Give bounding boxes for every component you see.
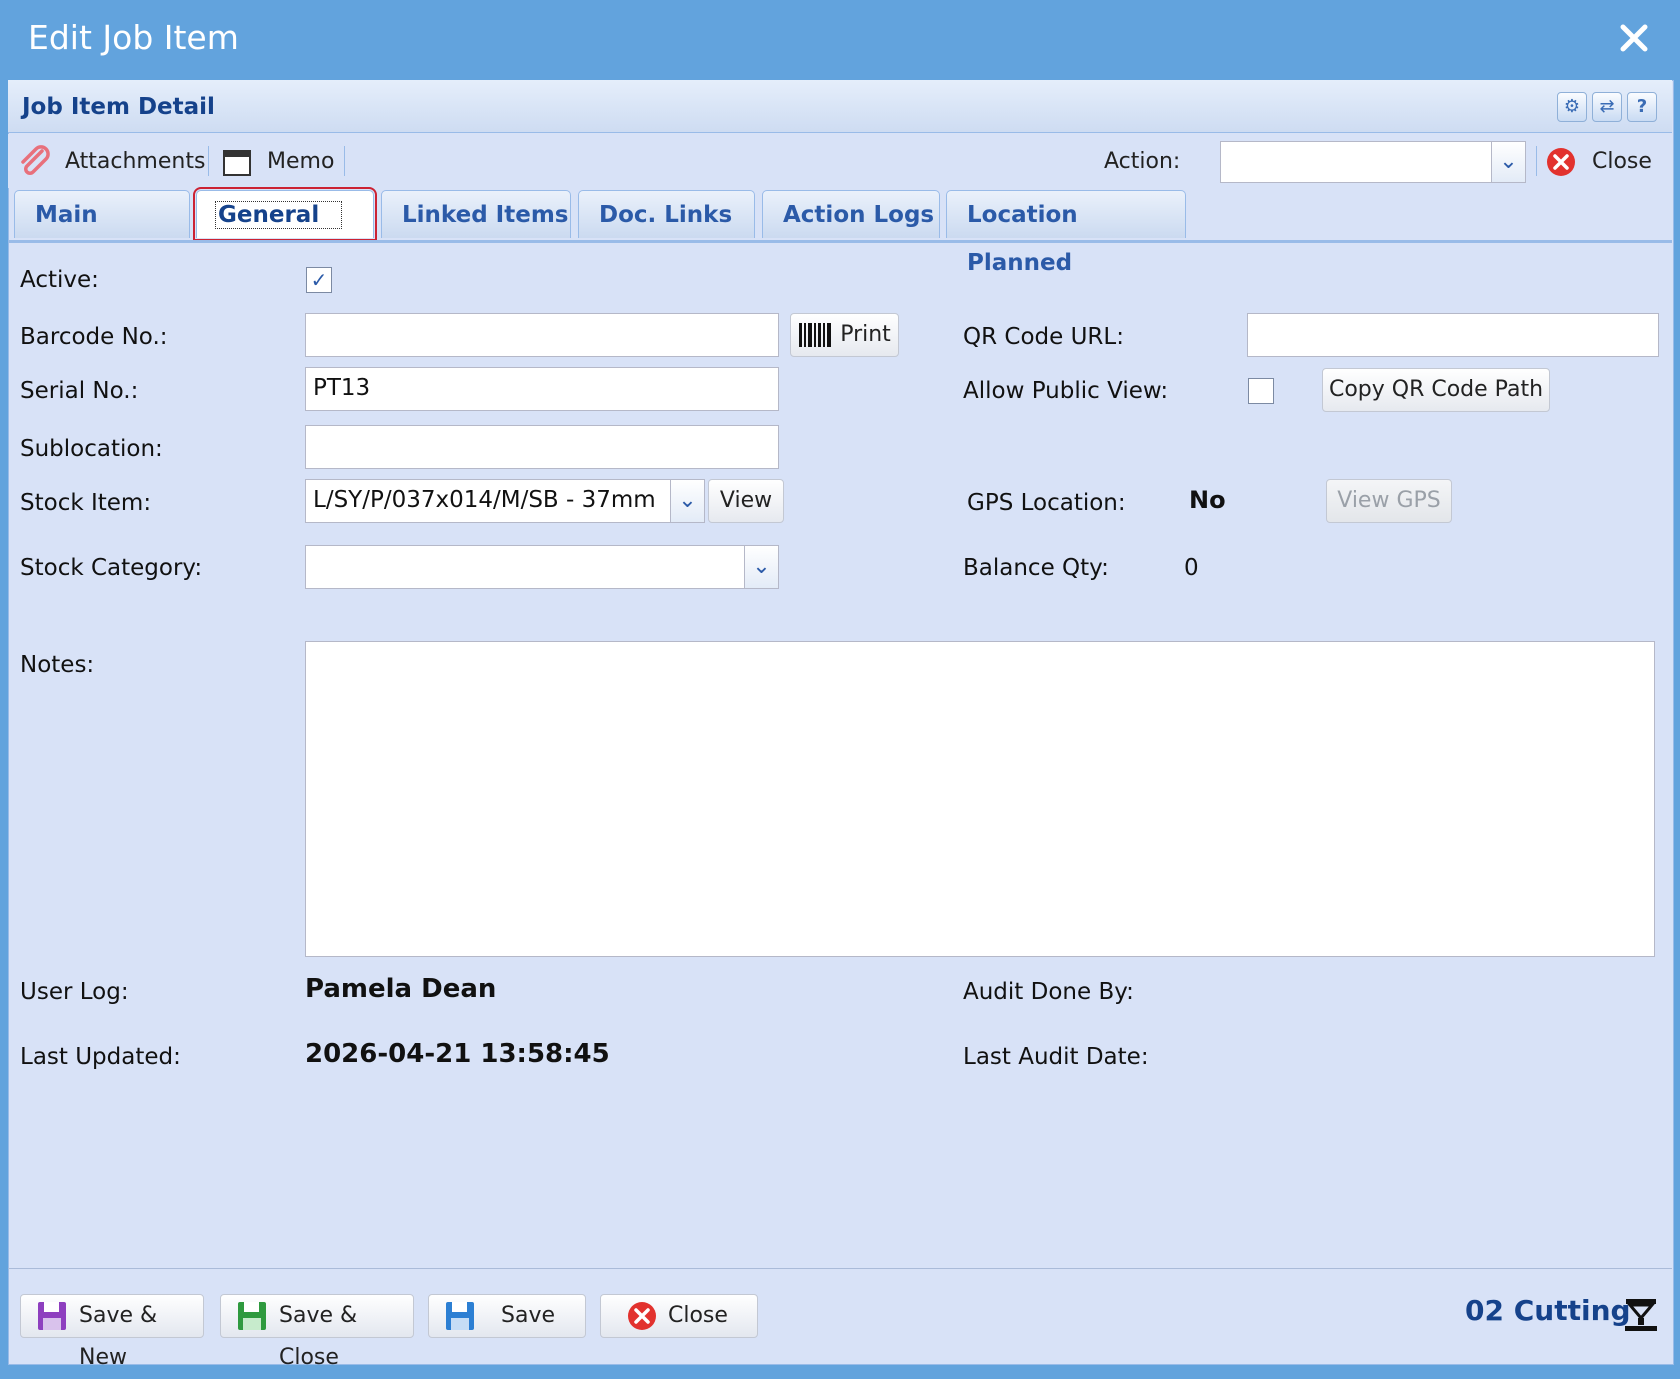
save-label: Save (501, 1303, 556, 1328)
tab-doc-links[interactable]: Doc. Links (578, 190, 755, 238)
stock-item-value: L/SY/P/037x014/M/SB - 37mm (313, 487, 656, 513)
chevron-down-icon: ⌄ (1499, 149, 1518, 174)
toolbar-close-label: Close (1592, 149, 1652, 174)
audit-done-by-label: Audit Done By: (963, 979, 1134, 1005)
status-text: 02 Cutting (1465, 1294, 1631, 1327)
view-stock-item-button[interactable]: View (708, 479, 784, 523)
toolbar-separator (1536, 146, 1537, 176)
last-updated-value: 2026-04-21 13:58:45 (305, 1039, 610, 1069)
action-label: Action: (1104, 149, 1181, 174)
user-log-value: Pamela Dean (305, 974, 497, 1004)
notes-textarea[interactable] (305, 641, 1655, 957)
last-updated-label: Last Updated: (20, 1044, 181, 1070)
qr-url-label: QR Code URL: (963, 324, 1124, 350)
footer-close-button[interactable]: Close (600, 1294, 758, 1338)
tabstrip-divider (8, 240, 1672, 243)
close-window-button[interactable] (1614, 18, 1654, 58)
tab-general-label: General (215, 201, 343, 229)
tab-general[interactable]: General (193, 187, 377, 241)
calendar-icon (223, 150, 251, 176)
memo-label: Memo (267, 149, 335, 174)
active-checkbox[interactable]: ✓ (306, 267, 332, 293)
refresh-icon: ⇄ (1599, 96, 1615, 117)
balance-qty-label: Balance Qty: (963, 555, 1109, 581)
tab-action-logs[interactable]: Action Logs (762, 190, 940, 238)
red-x-circle-icon (1547, 148, 1575, 176)
toolbar-close-button[interactable]: Close (1545, 144, 1652, 180)
chevron-down-icon: ⌄ (678, 488, 697, 513)
red-x-circle-icon (628, 1302, 656, 1330)
window-title: Edit Job Item (28, 18, 239, 57)
copy-qr-path-button[interactable]: Copy QR Code Path (1322, 368, 1550, 412)
stock-item-combo[interactable]: L/SY/P/037x014/M/SB - 37mm ⌄ (305, 479, 705, 523)
tab-doc-links-label: Doc. Links (599, 202, 733, 228)
qr-url-input[interactable] (1247, 313, 1659, 357)
checkmark-icon: ✓ (310, 268, 328, 292)
barcode-icon (799, 323, 832, 347)
machine-icon (1625, 1299, 1657, 1331)
attachments-label: Attachments (65, 149, 206, 174)
tab-action-logs-label: Action Logs (783, 202, 935, 228)
user-log-label: User Log: (20, 979, 129, 1005)
allow-public-checkbox[interactable] (1248, 378, 1274, 404)
blue-floppy-icon (446, 1302, 474, 1330)
stock-category-label: Stock Category: (20, 555, 203, 581)
save-new-button[interactable]: Save & New (20, 1294, 204, 1370)
serial-label: Serial No.: (20, 378, 139, 404)
barcode-input[interactable] (305, 313, 779, 357)
save-button[interactable]: Save (428, 1294, 586, 1338)
tab-location-planned-label: Location Planned (967, 202, 1078, 276)
serial-input[interactable]: PT13 (305, 367, 779, 411)
save-new-label: Save & New (79, 1303, 158, 1370)
gear-icon: ⚙ (1563, 96, 1581, 117)
action-combo[interactable]: ⌄ (1220, 141, 1526, 183)
print-button[interactable]: Print (790, 313, 899, 357)
tab-linked-items-label: Linked Items (402, 202, 569, 228)
action-value (1221, 149, 1229, 174)
panel-header (8, 80, 1672, 133)
stock-category-dropdown-button[interactable]: ⌄ (744, 546, 778, 588)
help-tool-button[interactable]: ? (1627, 92, 1657, 122)
sublocation-input[interactable] (305, 425, 779, 469)
stock-item-label: Stock Item: (20, 490, 152, 516)
view-gps-button[interactable]: View GPS (1326, 479, 1452, 523)
panel-title: Job Item Detail (22, 94, 215, 120)
paperclip-icon (21, 145, 50, 175)
memo-button[interactable]: Memo (222, 144, 334, 180)
footer-close-label: Close (668, 1303, 728, 1328)
last-audit-date-label: Last Audit Date: (963, 1044, 1149, 1070)
tab-main[interactable]: Main (14, 190, 190, 238)
green-floppy-icon (238, 1302, 266, 1330)
footer-divider (8, 1268, 1672, 1269)
gps-value: No (1189, 486, 1226, 514)
refresh-tool-button[interactable]: ⇄ (1592, 92, 1622, 122)
settings-tool-button[interactable]: ⚙ (1557, 92, 1587, 122)
sublocation-label: Sublocation: (20, 436, 163, 462)
save-close-button[interactable]: Save & Close (220, 1294, 414, 1370)
toolbar-separator (208, 146, 209, 176)
barcode-label: Barcode No.: (20, 324, 168, 350)
purple-floppy-icon (38, 1302, 66, 1330)
stock-item-dropdown-button[interactable]: ⌄ (670, 480, 704, 522)
tab-linked-items[interactable]: Linked Items (381, 190, 571, 238)
tab-main-label: Main (35, 202, 98, 228)
active-label: Active: (20, 267, 99, 293)
print-label: Print (840, 322, 891, 347)
attachments-button[interactable]: Attachments (18, 144, 205, 180)
help-icon: ? (1636, 96, 1648, 117)
tab-location-planned[interactable]: Location Planned (946, 190, 1186, 276)
allow-public-label: Allow Public View: (963, 378, 1169, 404)
gps-label: GPS Location: (967, 490, 1126, 516)
chevron-down-icon: ⌄ (752, 554, 771, 579)
save-close-label: Save & Close (279, 1303, 358, 1370)
toolbar-separator (344, 146, 345, 176)
action-dropdown-button[interactable]: ⌄ (1491, 142, 1525, 182)
stock-category-combo[interactable]: ⌄ (305, 545, 779, 589)
close-icon (1620, 24, 1648, 52)
notes-label: Notes: (20, 652, 95, 678)
balance-qty-value: 0 (1184, 555, 1199, 581)
